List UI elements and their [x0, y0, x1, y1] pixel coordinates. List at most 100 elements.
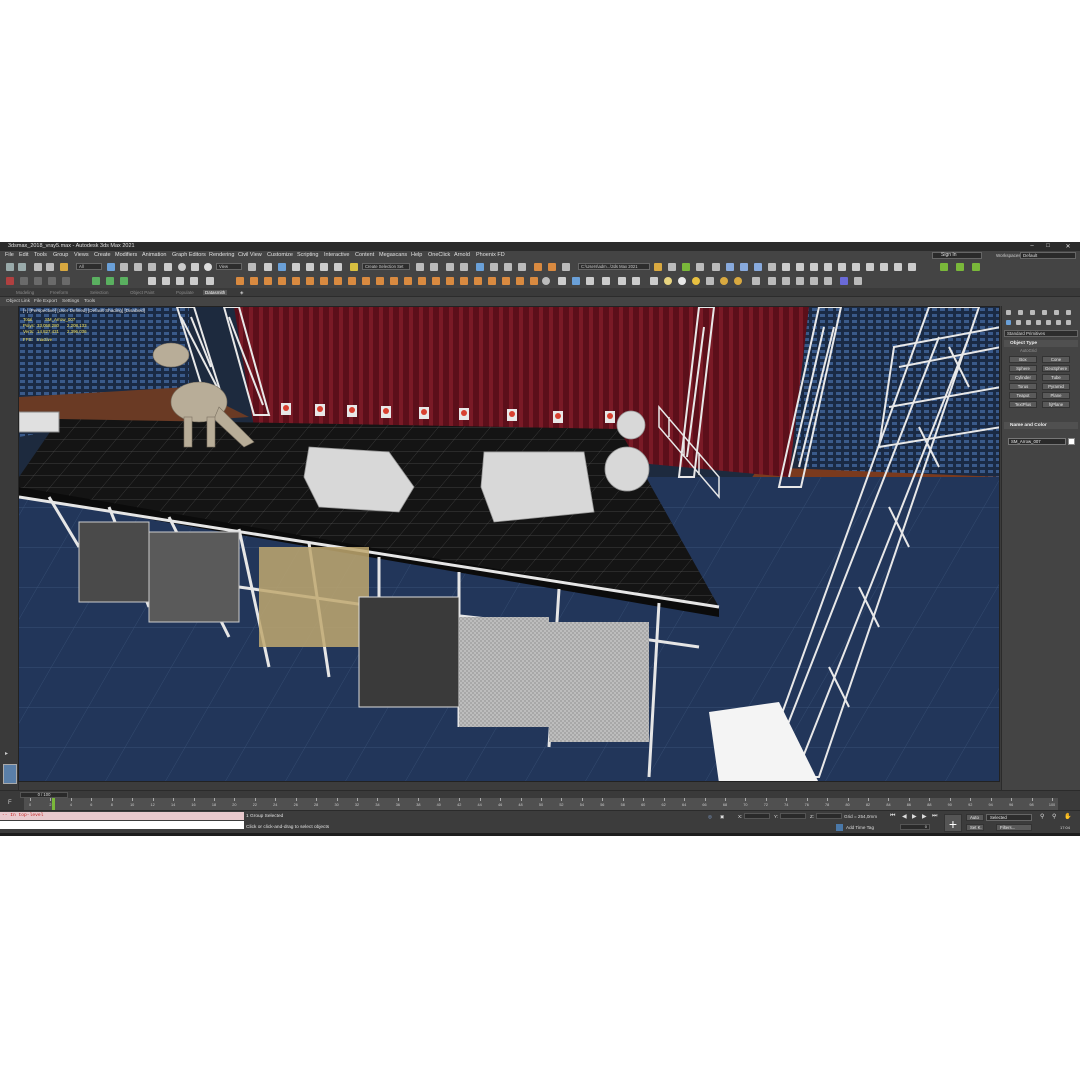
reset-icon[interactable] [190, 277, 198, 285]
table-icon[interactable] [602, 277, 610, 285]
placement-icon[interactable] [204, 263, 212, 271]
key-filters-button[interactable]: Filters... [996, 824, 1032, 831]
menu-create[interactable]: Create [94, 252, 111, 258]
object-color-swatch[interactable] [1068, 438, 1075, 445]
rect-selection-icon[interactable] [134, 263, 142, 271]
current-frame-input[interactable]: 0 [900, 824, 930, 830]
scene-converter-icon[interactable] [940, 263, 948, 271]
phoenix-source-icon[interactable] [20, 277, 28, 285]
boxes-icon[interactable] [618, 277, 626, 285]
arnold-ipr-icon[interactable] [696, 263, 704, 271]
smoke-icon[interactable] [250, 277, 258, 285]
fog-icon[interactable] [810, 277, 818, 285]
utilities-tab-icon[interactable] [1066, 310, 1071, 315]
flip-icon[interactable] [488, 277, 496, 285]
auto-key-button[interactable]: Auto [966, 814, 984, 821]
settings-button[interactable]: Settings [62, 299, 79, 304]
window-crossing-icon[interactable] [148, 263, 156, 271]
name-color-rollout[interactable]: Name and Color [1004, 422, 1078, 429]
light-icon[interactable] [712, 263, 720, 271]
vray-lister-icon[interactable] [810, 263, 818, 271]
aerial-icon[interactable] [796, 277, 804, 285]
select-object-icon[interactable] [107, 263, 115, 271]
isolate-icon[interactable]: ◎ [708, 814, 712, 820]
maxscript-input[interactable] [0, 821, 244, 829]
bulb-icon[interactable] [740, 263, 748, 271]
volume-icon[interactable] [782, 277, 790, 285]
vray-toolbar-icon[interactable] [908, 263, 916, 271]
play-icon[interactable] [148, 277, 156, 285]
railclone-icon[interactable] [120, 277, 128, 285]
arnold-render-icon[interactable] [682, 263, 690, 271]
helpers-icon[interactable] [1046, 320, 1051, 325]
ball-icon[interactable] [678, 277, 686, 285]
vray-sun-icon[interactable] [866, 263, 874, 271]
vray-material-icon[interactable] [824, 263, 832, 271]
phoenix-sim-icon[interactable] [6, 277, 14, 285]
menu-arnold[interactable]: Arnold [454, 252, 470, 258]
time-config-button[interactable]: + [944, 814, 962, 832]
play-animation-icon[interactable]: ▶ [912, 813, 917, 820]
box-button[interactable]: Box [1009, 356, 1037, 363]
systems-icon[interactable] [1066, 320, 1071, 325]
goto-start-icon[interactable]: ⏮ [890, 813, 895, 820]
help-icon[interactable] [542, 277, 550, 285]
camera-icon[interactable] [726, 263, 734, 271]
cameras-icon[interactable] [1036, 320, 1041, 325]
z-coordinate-input[interactable] [816, 813, 842, 819]
motion-tab-icon[interactable] [1042, 310, 1047, 315]
fire-icon[interactable] [236, 277, 244, 285]
torus-button[interactable]: Torus [1009, 383, 1037, 390]
stack-icon[interactable] [972, 263, 980, 271]
tab-freeform[interactable]: Freeform [50, 290, 68, 295]
spacewarps-icon[interactable] [1056, 320, 1061, 325]
voxel-icon[interactable] [348, 277, 356, 285]
time-cursor[interactable] [52, 798, 55, 810]
unlink-icon[interactable] [46, 263, 54, 271]
menu-civil-view[interactable]: Civil View [238, 252, 262, 258]
autogrid-checkbox[interactable]: AutoGrid [1020, 348, 1037, 353]
cascade-icon[interactable] [460, 277, 468, 285]
vorticity-icon[interactable] [390, 277, 398, 285]
ocean-icon[interactable] [432, 277, 440, 285]
undo-icon[interactable] [6, 263, 14, 271]
textplus-button[interactable]: TextPlus [1009, 401, 1037, 408]
picture-icon[interactable] [586, 277, 594, 285]
sun-icon[interactable] [692, 277, 700, 285]
hjplane-button[interactable]: hjPlane [1042, 401, 1070, 408]
redo-icon[interactable] [18, 263, 26, 271]
splash-icon[interactable] [306, 277, 314, 285]
spinner-snap-icon[interactable] [334, 263, 342, 271]
foam-icon[interactable] [292, 277, 300, 285]
proxy-icon[interactable] [768, 263, 776, 271]
gallery-icon[interactable] [632, 277, 640, 285]
menu-scripting[interactable]: Scripting [297, 252, 318, 258]
menu-animation[interactable]: Animation [142, 252, 166, 258]
align-icon[interactable] [430, 263, 438, 271]
tab-object-paint[interactable]: Object Paint [130, 290, 155, 295]
scale-icon[interactable] [191, 263, 199, 271]
render-production-icon[interactable] [548, 263, 556, 271]
force-icon[interactable] [376, 277, 384, 285]
layer-explorer-icon[interactable] [446, 263, 454, 271]
object-type-rollout[interactable]: Object Type [1004, 340, 1078, 347]
minimize-button[interactable]: – [1026, 243, 1038, 249]
primitive-category-dropdown[interactable]: Standard Primitives [1004, 330, 1078, 337]
viewport-label[interactable]: [+] [Perspective] [User Defined] [Defaul… [23, 308, 145, 313]
tester-icon[interactable] [530, 277, 538, 285]
lights-icon[interactable] [1026, 320, 1031, 325]
select-by-name-icon[interactable] [120, 263, 128, 271]
pause-icon[interactable] [162, 277, 170, 285]
cone-button[interactable]: Cone [1042, 356, 1070, 363]
zoom-icon[interactable]: ⚲ [1040, 813, 1044, 820]
vray-sphere-icon[interactable] [894, 263, 902, 271]
clipper-icon[interactable] [768, 277, 776, 285]
bind-spacewarp-icon[interactable] [60, 263, 68, 271]
x-coordinate-input[interactable] [744, 813, 770, 819]
tab-modeling[interactable]: Modeling [16, 290, 34, 295]
sign-in-button[interactable]: Sign In [932, 252, 982, 259]
wetmap-icon[interactable] [334, 277, 342, 285]
menu-customize[interactable]: Customize [267, 252, 293, 258]
phoenix-ocean-icon[interactable] [62, 277, 70, 285]
tools-button[interactable]: Tools [84, 299, 95, 304]
